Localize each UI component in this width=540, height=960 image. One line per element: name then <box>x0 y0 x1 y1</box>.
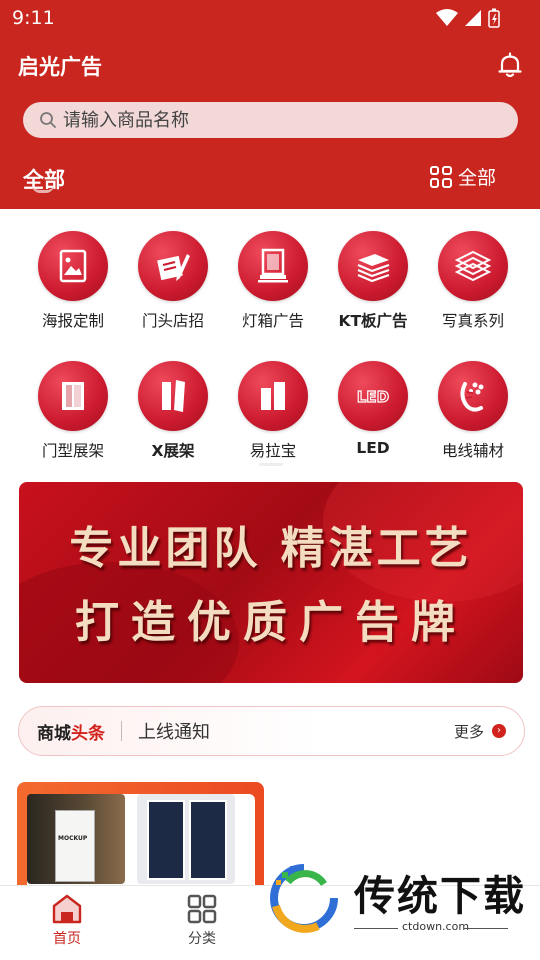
category-item[interactable]: 灯箱广告 <box>223 231 323 331</box>
status-time: 9:11 <box>12 7 55 29</box>
kt-board-icon <box>357 254 390 283</box>
banner-subheadline: 打造优质广告牌 <box>75 597 467 648</box>
status-icons <box>436 8 500 28</box>
category-label: 易拉宝 <box>249 442 297 460</box>
led-icon: LED <box>356 387 389 406</box>
photo-print-icon <box>454 250 492 282</box>
category-label: 电线辅材 <box>441 442 504 460</box>
search-bar[interactable] <box>23 102 518 138</box>
roll-up-icon <box>261 382 285 410</box>
category-item[interactable]: LED LED <box>323 361 423 461</box>
tab-category[interactable]: 分类 <box>162 894 242 948</box>
category-item[interactable]: 门型展架 <box>23 361 123 461</box>
ticker-divider <box>121 721 122 741</box>
bell-icon[interactable] <box>496 51 524 79</box>
grid-icon <box>429 165 452 188</box>
signal-icon <box>465 10 481 26</box>
ticker-brand: 商城 <box>37 723 71 744</box>
tab-home[interactable]: 首页 <box>27 894 107 948</box>
battery-icon <box>488 8 500 28</box>
chevron-right-icon[interactable]: › <box>492 724 506 738</box>
search-input[interactable] <box>63 109 483 131</box>
watermark-title: 传统下载 <box>354 872 526 920</box>
more-link[interactable]: 更多 <box>454 721 484 742</box>
main-content[interactable]: 海报定制 门头店招 灯箱广告 KT板广告 写真系列 门型展架 X展架 易拉宝 L… <box>0 209 540 894</box>
page-indicator <box>259 463 283 466</box>
tab-home-label: 首页 <box>53 931 81 947</box>
all-categories-label: 全部 <box>457 167 496 189</box>
category-item[interactable]: 电线辅材 <box>423 361 523 461</box>
svg-text:LED: LED <box>357 388 389 406</box>
wifi-icon <box>436 9 458 26</box>
banner-headline: 专业团队 精湛工艺 <box>69 523 473 574</box>
watermark: 传统下载 ctdown.com <box>268 858 540 938</box>
watermark-rule <box>354 928 398 929</box>
category-label: 灯箱广告 <box>241 312 304 330</box>
wire-icon <box>460 382 484 412</box>
category-grid-icon <box>187 894 217 924</box>
product-card[interactable]: MOCKUP <box>17 782 264 894</box>
home-icon <box>52 894 82 924</box>
category-item[interactable]: 易拉宝 <box>223 361 323 461</box>
category-item[interactable]: X展架 <box>123 361 223 461</box>
ticker-brand-highlight: 头条 <box>71 723 105 744</box>
storefront-sign-icon <box>157 254 190 281</box>
mockup-sign: MOCKUP <box>55 810 95 882</box>
door-stand-icon <box>62 382 84 410</box>
display-board <box>147 800 185 880</box>
category-grid: 海报定制 门头店招 灯箱广告 KT板广告 写真系列 门型展架 X展架 易拉宝 L… <box>23 231 523 461</box>
lightbox-icon <box>258 248 288 283</box>
category-label: LED <box>356 439 390 457</box>
app-title: 启光广告 <box>18 55 102 79</box>
display-board <box>189 800 227 880</box>
category-item[interactable]: 海报定制 <box>23 231 123 331</box>
category-label: 海报定制 <box>41 312 104 330</box>
category-item[interactable]: 门头店招 <box>123 231 223 331</box>
category-item[interactable]: KT板广告 <box>323 231 423 331</box>
x-stand-icon <box>162 380 185 412</box>
mockup-text: MOCKUP <box>58 835 88 842</box>
status-bar: 9:11 <box>0 0 540 36</box>
promo-banner[interactable]: 专业团队 精湛工艺 打造优质广告牌 <box>19 482 523 683</box>
tab-category-label: 分类 <box>188 931 216 947</box>
search-icon <box>40 112 56 128</box>
watermark-url: ctdown.com <box>402 920 470 933</box>
poster-icon <box>59 249 87 283</box>
category-label: X展架 <box>151 442 195 460</box>
category-label: KT板广告 <box>338 312 408 330</box>
product-image[interactable] <box>137 794 235 884</box>
all-categories-button[interactable]: 全部 <box>429 163 496 190</box>
news-ticker[interactable]: 商城 头条 上线通知 更多 › <box>18 706 525 756</box>
watermark-logo-icon <box>270 864 338 933</box>
category-item[interactable]: 写真系列 <box>423 231 523 331</box>
category-label: 门头店招 <box>141 312 204 330</box>
category-label: 写真系列 <box>441 312 504 330</box>
category-label: 门型展架 <box>41 442 104 460</box>
watermark-rule <box>464 928 508 929</box>
ticker-message[interactable]: 上线通知 <box>138 718 454 744</box>
product-image[interactable]: MOCKUP <box>27 794 125 884</box>
app-header: 9:11 启光广告 全部 全部 <box>0 0 540 209</box>
